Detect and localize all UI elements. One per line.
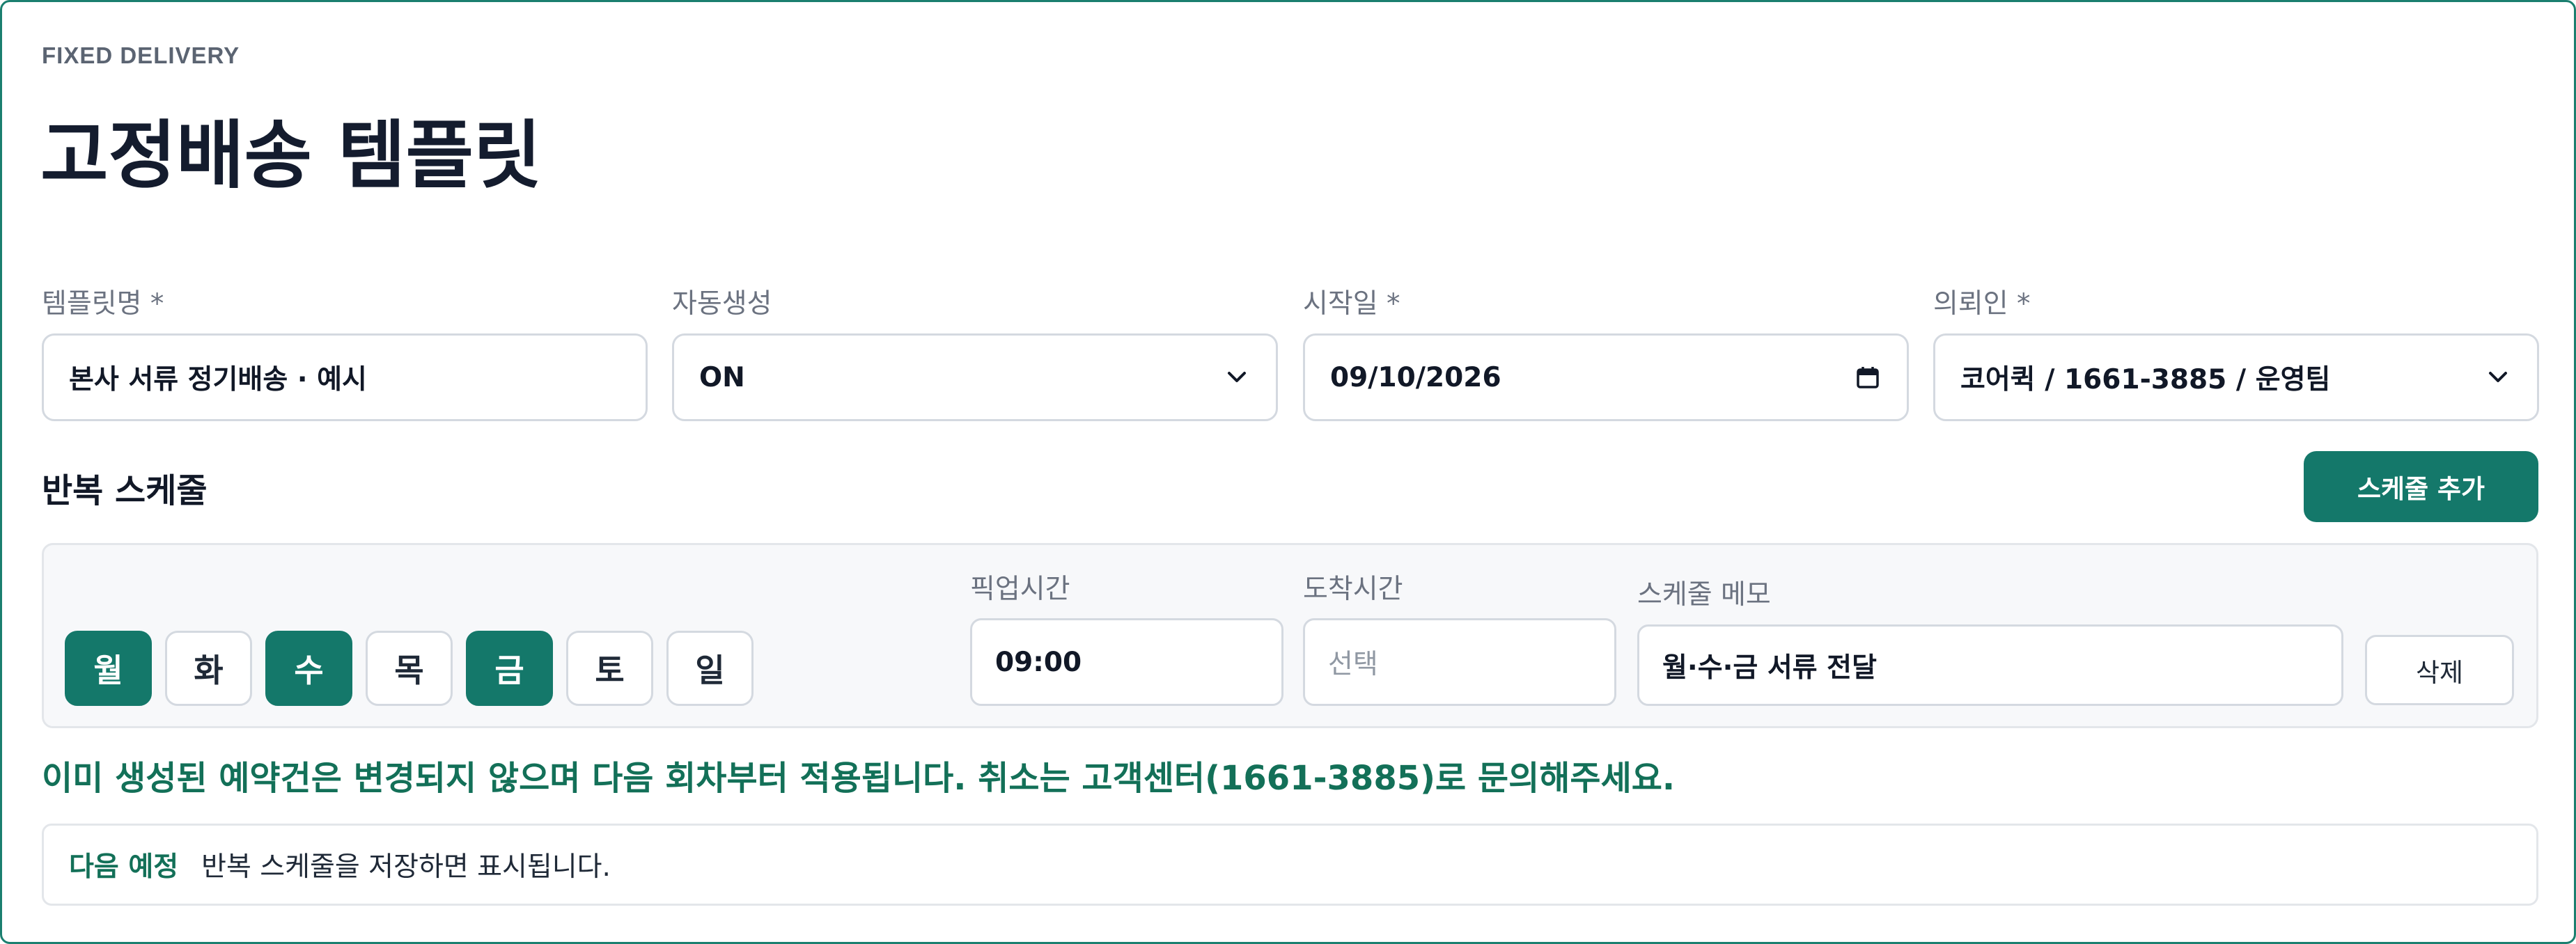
auto-create-select[interactable]: ON: [672, 333, 1278, 421]
fixed-delivery-card: FIXED DELIVERY 고정배송 템플릿 템플릿명 * 본사 서류 정기배…: [0, 0, 2576, 944]
add-schedule-button[interactable]: 스케줄 추가: [2304, 451, 2538, 522]
schedule-memo-value: 월·수·금 서류 전달: [1662, 652, 1877, 684]
day-toggle-wed[interactable]: 수: [265, 631, 352, 706]
next-schedule-box: 다음 예정 반복 스케줄을 저장하면 표시됩니다.: [42, 824, 2538, 906]
schedule-section-title: 반복 스케줄: [42, 471, 208, 510]
auto-create-value: ON: [699, 361, 745, 393]
eyebrow-label: FIXED DELIVERY: [42, 42, 240, 68]
template-name-label: 템플릿명 *: [42, 288, 164, 320]
chevron-down-icon: [2484, 363, 2512, 391]
page-title: 고정배송 템플릿: [40, 113, 542, 198]
client-select[interactable]: 코어퀵 / 1661-3885 / 운영팀: [1933, 333, 2539, 421]
day-toggle-fri[interactable]: 금: [466, 631, 553, 706]
start-date-value: 09/10/2026: [1330, 361, 1501, 393]
schedule-memo-input[interactable]: 월·수·금 서류 전달: [1637, 624, 2343, 706]
day-toggle-tue[interactable]: 화: [165, 631, 252, 706]
auto-create-label: 자동생성: [672, 288, 772, 320]
arrival-time-input[interactable]: 선택: [1303, 618, 1616, 706]
arrival-time-label: 도착시간: [1303, 574, 1403, 605]
pickup-time-input[interactable]: 09:00: [970, 618, 1283, 706]
schedule-memo-label: 스케줄 메모: [1637, 579, 1771, 611]
notice-text: 이미 생성된 예약건은 변경되지 않으며 다음 회차부터 적용됩니다. 취소는 …: [42, 759, 1676, 798]
chevron-down-icon: [1223, 363, 1251, 391]
template-name-value: 본사 서류 정기배송 · 예시: [69, 364, 367, 395]
client-value: 코어퀵 / 1661-3885 / 운영팀: [1960, 364, 2331, 395]
calendar-icon[interactable]: [1854, 363, 1882, 391]
day-toggle-sun[interactable]: 일: [666, 631, 754, 706]
start-date-label: 시작일 *: [1303, 288, 1400, 320]
pickup-time-label: 픽업시간: [970, 574, 1070, 605]
pickup-time-value: 09:00: [995, 646, 1082, 678]
day-toggle-mon[interactable]: 월: [65, 631, 152, 706]
delete-schedule-button[interactable]: 삭제: [2365, 635, 2514, 705]
next-schedule-text: 반복 스케줄을 저장하면 표시됩니다.: [201, 851, 611, 883]
start-date-input[interactable]: 09/10/2026: [1303, 333, 1909, 421]
template-name-input[interactable]: 본사 서류 정기배송 · 예시: [42, 333, 648, 421]
client-label: 의뢰인 *: [1933, 288, 2031, 320]
arrival-time-placeholder: 선택: [1328, 649, 1378, 680]
day-toggle-thu[interactable]: 목: [366, 631, 453, 706]
day-toggle-sat[interactable]: 토: [566, 631, 653, 706]
next-schedule-label: 다음 예정: [69, 851, 179, 883]
